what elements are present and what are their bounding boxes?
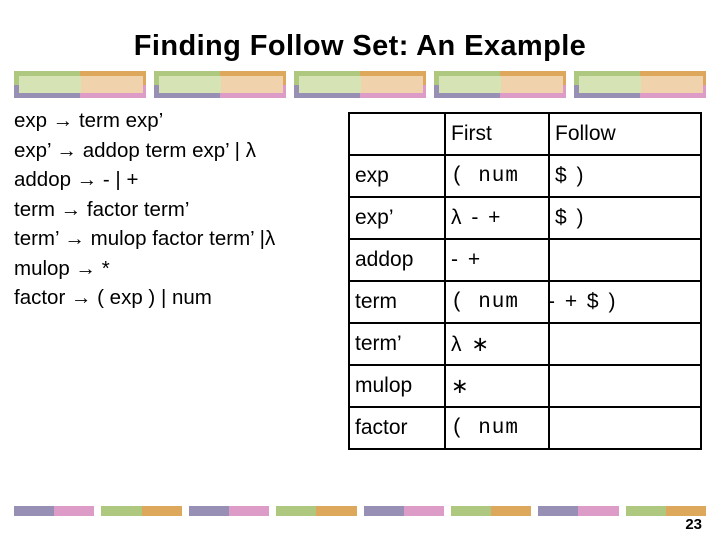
decoration-block <box>276 506 357 516</box>
decoration-segment <box>188 506 229 516</box>
decoration-block <box>450 506 532 516</box>
decoration-inner-highlight <box>579 76 703 93</box>
decoration-inner-highlight <box>159 76 283 93</box>
bottom-decoration-band <box>14 506 706 516</box>
table-row: addop - + <box>348 238 702 282</box>
cell-first-set: ( num <box>444 154 550 198</box>
cell-follow-set <box>548 406 702 450</box>
decoration-block <box>188 506 270 516</box>
cell-symbol: mulop <box>348 364 446 408</box>
cell-symbol: exp’ <box>348 196 446 240</box>
decoration-block <box>625 506 706 516</box>
cell-symbol: term <box>348 280 446 324</box>
cell-symbol: factor <box>348 406 446 450</box>
top-decoration-band <box>14 71 706 98</box>
table-row: term( num - + $ ) <box>348 280 701 324</box>
table-row: factor( num <box>348 406 702 450</box>
grammar-rules-block: exp → term exp’ exp’ → addop term exp’ | … <box>14 106 359 313</box>
decoration-inner-highlight <box>19 76 143 93</box>
cell-follow-set <box>548 238 702 282</box>
table-row: exp’ λ - + $ ) <box>348 196 702 240</box>
decoration-segment <box>54 506 95 516</box>
page-title: Finding Follow Set: An Example <box>133 30 587 62</box>
grammar-rule: term’ → mulop factor term’ |λ <box>14 227 276 250</box>
decoration-segment <box>276 506 317 516</box>
table-row: term’ λ ∗ <box>348 322 702 366</box>
grammar-rule: addop → - | + <box>14 168 139 191</box>
grammar-rule: exp’ → addop term exp’ | λ <box>14 138 256 162</box>
decoration-segment <box>363 506 404 516</box>
grammar-rule: exp → term exp’ <box>14 109 164 132</box>
cell-first-set: ( num <box>444 280 550 324</box>
decoration-segment <box>665 506 706 516</box>
table-row: exp( num $ ) <box>348 154 702 198</box>
decoration-segment <box>101 506 142 516</box>
decoration-block <box>574 71 706 98</box>
decoration-segment <box>578 506 619 516</box>
decoration-inner-highlight <box>299 76 423 93</box>
cell-symbol: exp <box>348 154 446 198</box>
cell-follow-set: $ ) <box>548 154 702 198</box>
cell-follow-set: $ ) <box>548 196 702 240</box>
cell-follow-set <box>548 322 702 366</box>
cell-first-set: - + <box>444 238 550 282</box>
cell-symbol: term’ <box>348 322 446 366</box>
page-number: 23 <box>685 516 702 533</box>
grammar-rule: factor → ( exp ) | num <box>14 286 212 309</box>
header-first: First <box>444 112 550 156</box>
decoration-segment <box>14 506 55 516</box>
decoration-block <box>363 506 444 516</box>
table-header-row: First Follow <box>348 112 702 156</box>
grammar-rule: mulop → * <box>14 256 110 280</box>
decoration-segment <box>450 506 492 516</box>
first-follow-table: First Follow exp( num $ ) exp’ λ - + $ ) addo… <box>348 112 702 450</box>
decoration-block <box>101 506 182 516</box>
decoration-segment <box>316 506 357 516</box>
decoration-segment <box>228 506 270 516</box>
decoration-block <box>14 71 146 98</box>
header-follow: Follow <box>548 112 702 156</box>
cell-follow-set <box>548 364 702 408</box>
cell-follow-set: - + $ ) <box>541 280 695 324</box>
table-row: mulop ∗ <box>348 364 702 408</box>
decoration-block <box>14 506 95 516</box>
decoration-segment <box>625 506 666 516</box>
decoration-block <box>294 71 426 98</box>
decoration-block <box>538 506 619 516</box>
cell-symbol: addop <box>348 238 446 282</box>
decoration-block <box>434 71 566 98</box>
decoration-segment <box>141 506 182 516</box>
decoration-block <box>154 71 286 98</box>
grammar-rule: term → factor term’ <box>14 197 190 221</box>
decoration-segment <box>491 506 532 516</box>
decoration-inner-highlight <box>439 76 563 93</box>
cell-first-set: λ ∗ <box>444 322 550 366</box>
header-symbol <box>348 112 446 156</box>
decoration-segment <box>403 506 444 516</box>
cell-first-set: λ - + <box>444 196 550 240</box>
cell-first-set: ( num <box>444 406 550 450</box>
decoration-segment <box>538 506 579 516</box>
cell-first-set: ∗ <box>444 364 550 408</box>
